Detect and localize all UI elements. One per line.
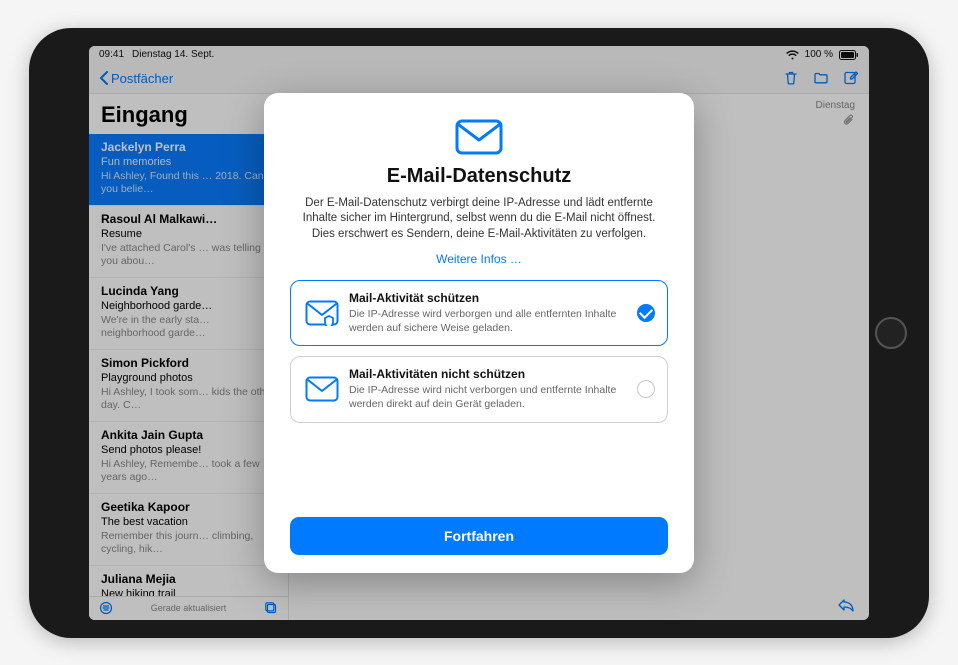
option-radio[interactable] xyxy=(637,380,655,398)
screen: 09:41 Dienstag 14. Sept. 100 % Postfäche… xyxy=(89,46,869,620)
ipad-frame: 09:41 Dienstag 14. Sept. 100 % Postfäche… xyxy=(29,28,929,638)
more-info-link[interactable]: Weitere Infos … xyxy=(436,252,522,266)
option-title: Mail-Aktivitäten nicht schützen xyxy=(349,367,627,381)
option-desc: Die IP-Adresse wird verborgen und alle e… xyxy=(349,308,627,335)
option-protect[interactable]: Mail-Aktivität schützen Die IP-Adresse wi… xyxy=(290,280,668,346)
home-button[interactable] xyxy=(875,317,907,349)
option-radio[interactable] xyxy=(637,304,655,322)
mail-hero-icon xyxy=(455,119,503,155)
modal-title: E-Mail-Datenschutz xyxy=(387,165,571,188)
option-desc: Die IP-Adresse wird nicht verborgen und … xyxy=(349,384,627,411)
mail-option-icon xyxy=(305,376,339,402)
modal-description: Der E-Mail-Datenschutz verbirgt deine IP… xyxy=(294,196,664,243)
option-title: Mail-Aktivität schützen xyxy=(349,291,627,305)
option-dont-protect[interactable]: Mail-Aktivitäten nicht schützen Die IP-Ad… xyxy=(290,356,668,422)
continue-button[interactable]: Fortfahren xyxy=(290,517,668,555)
mail-option-icon xyxy=(305,300,339,326)
privacy-modal: E-Mail-Datenschutz Der E-Mail-Datenschut… xyxy=(264,93,694,573)
